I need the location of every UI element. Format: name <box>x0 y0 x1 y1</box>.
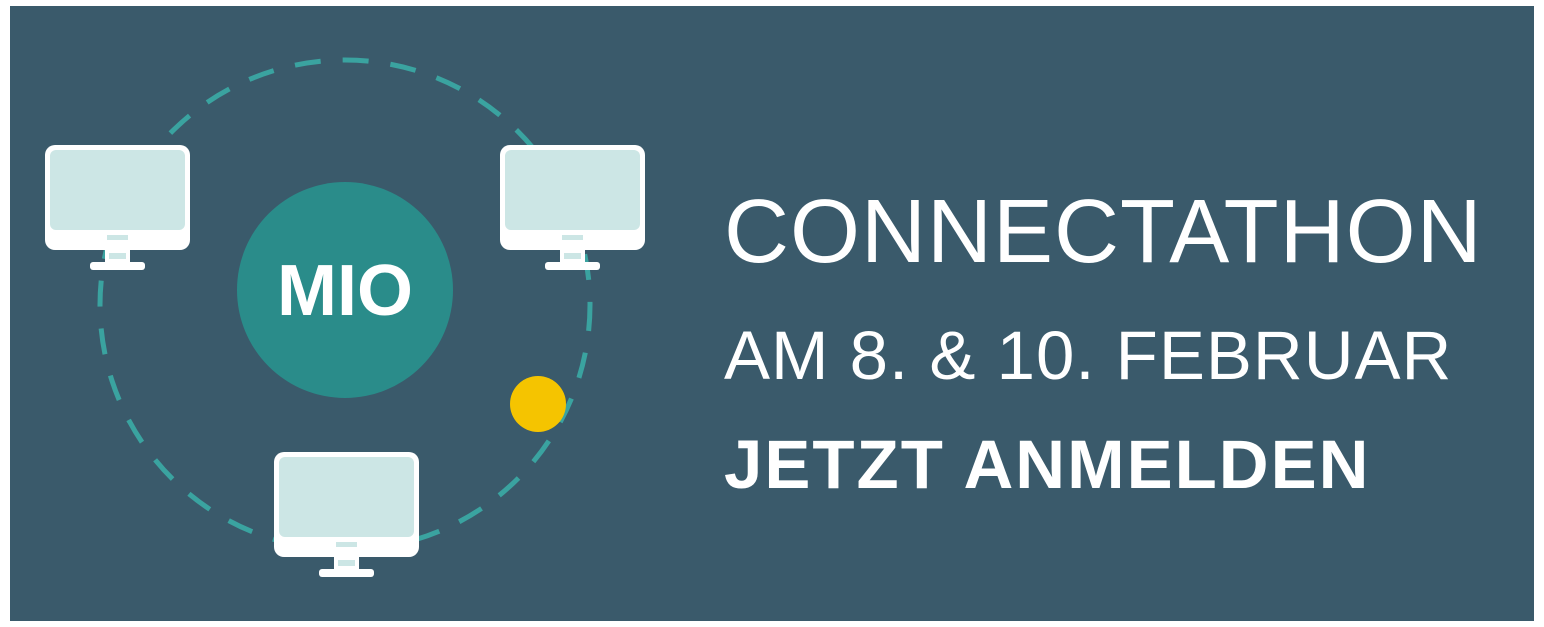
monitor-icon-bottom <box>274 452 419 577</box>
monitor-icon-top-left <box>45 145 190 270</box>
headline-cta[interactable]: JETZT ANMELDEN <box>724 430 1370 499</box>
accent-dot <box>510 376 566 432</box>
monitor-icon-top-right <box>500 145 645 270</box>
network-graphic: MIO <box>45 57 645 577</box>
headline-dates: AM 8. & 10. FEBRUAR <box>724 317 1453 394</box>
mio-logo: MIO <box>237 182 453 398</box>
headline-title: CONNECTATHON <box>724 182 1483 282</box>
mio-text: MIO <box>277 251 413 331</box>
banner[interactable]: MIO CONNECTATHON AM 8. & 10. FEBRUAR JET… <box>0 0 1544 627</box>
